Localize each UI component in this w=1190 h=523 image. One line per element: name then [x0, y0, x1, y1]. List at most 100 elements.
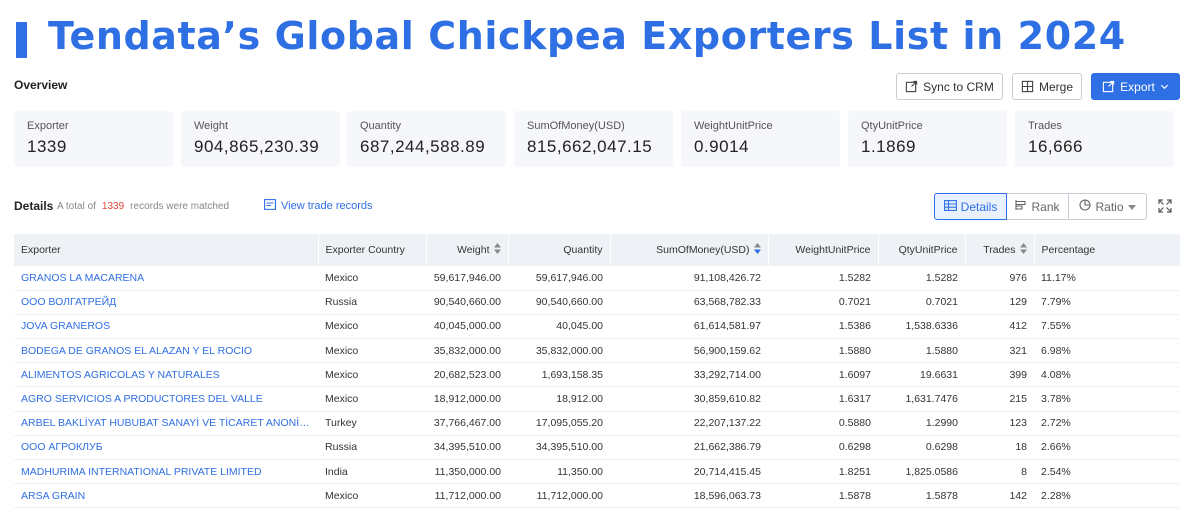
chevron-down-icon — [1160, 82, 1169, 91]
stat-value: 0.9014 — [694, 137, 749, 156]
stat-label: WeightUnitPrice — [694, 120, 773, 132]
exporter-name-link[interactable]: GRANOS LA MACARENA — [14, 266, 318, 291]
trades-cell: 142 — [965, 483, 1034, 509]
caret-down-icon — [1127, 200, 1136, 214]
weight-unit-price-cell: 1.6097 — [768, 362, 878, 388]
stat-label: QtyUnitPrice — [861, 120, 923, 132]
export-icon — [1102, 80, 1115, 93]
exporter-name-link[interactable]: MADHURIMA INTERNATIONAL PRIVATE LIMITED — [14, 459, 318, 485]
table-row: GRANOS LA MACARENA Mexico 59,617,946.00 … — [14, 266, 1180, 291]
quantity-cell: 17,095,055.20 — [508, 411, 610, 436]
sum-of-money-cell: 30,859,610.82 — [610, 386, 768, 412]
exporter-country-cell: Mexico — [318, 362, 426, 388]
sort-icon[interactable] — [493, 243, 501, 257]
column-header-qty-unit-price[interactable]: QtyUnitPrice — [878, 234, 966, 266]
table-row: MADHURIMA INTERNATIONAL PRIVATE LIMITED … — [14, 459, 1180, 485]
stat-value: 815,662,047.15 — [527, 137, 653, 156]
trades-cell: 976 — [965, 266, 1034, 291]
overview-stats: Exporter 1339 Weight 904,865,230.39 Quan… — [14, 111, 1174, 167]
percentage-cell: 2.72% — [1034, 411, 1180, 436]
table-row: ООО ВОЛГАТРЕЙД Russia 90,540,660.00 90,5… — [14, 290, 1180, 315]
records-count: 1339 — [101, 201, 125, 212]
sum-of-money-cell: 22,207,137.22 — [610, 411, 768, 436]
sort-icon[interactable] — [1019, 243, 1027, 257]
column-header-sum-of-money[interactable]: SumOfMoney(USD) — [610, 234, 769, 266]
percentage-cell: 2.54% — [1034, 459, 1180, 485]
column-header-weight-unit-price[interactable]: WeightUnitPrice — [768, 234, 879, 266]
quantity-cell: 11,350.00 — [508, 459, 610, 485]
expand-icon[interactable] — [1158, 199, 1172, 216]
quantity-cell: 90,540,660.00 — [508, 290, 610, 315]
hero-title: Tendata’s Global Chickpea Exporters List… — [48, 14, 1126, 58]
merge-button[interactable]: Merge — [1012, 73, 1082, 100]
percentage-cell: 4.08% — [1034, 362, 1180, 388]
weight-unit-price-cell: 1.5878 — [768, 483, 878, 509]
weight-cell: 18,912,000.00 — [426, 386, 508, 412]
table-row: ARBEL BAKLİYAT HUBUBAT SANAYİ VE TİCARET… — [14, 411, 1180, 436]
trades-cell: 8 — [965, 459, 1034, 485]
column-header-trades[interactable]: Trades — [965, 234, 1035, 266]
weight-unit-price-cell: 0.5880 — [768, 411, 878, 436]
ratio-icon — [1079, 199, 1092, 214]
exporter-name-link[interactable]: JOVA GRANEROS — [14, 314, 318, 340]
exporter-name-link[interactable]: AGRO SERVICIOS A PRODUCTORES DEL VALLE — [14, 386, 318, 412]
exporter-name-link[interactable]: ООО ВОЛГАТРЕЙД — [14, 290, 318, 315]
exporter-country-cell: Mexico — [318, 386, 426, 412]
tab-details[interactable]: Details — [934, 193, 1007, 220]
weight-cell: 37,766,467.00 — [426, 411, 508, 436]
exporter-name-link[interactable]: ARSA GRAIN — [14, 483, 318, 509]
tab-rank-label: Rank — [1031, 199, 1060, 214]
stat-card-qty-unit-price: QtyUnitPrice 1.1869 — [848, 111, 1007, 167]
exporter-country-cell: Mexico — [318, 266, 426, 291]
stat-card-weight-unit-price: WeightUnitPrice 0.9014 — [681, 111, 840, 167]
qty-unit-price-cell: 1.5880 — [878, 338, 965, 364]
stat-card-quantity: Quantity 687,244,588.89 — [347, 111, 506, 167]
percentage-cell: 6.98% — [1034, 338, 1180, 364]
qty-unit-price-cell: 19.6631 — [878, 362, 965, 388]
weight-unit-price-cell: 1.8251 — [768, 459, 878, 485]
records-matched-summary: A total of 1339 records were matched — [57, 201, 229, 212]
trades-cell: 18 — [965, 435, 1034, 461]
table-icon — [943, 199, 957, 214]
percentage-cell: 2.66% — [1034, 435, 1180, 461]
records-prefix: A total of — [57, 201, 96, 212]
percentage-cell: 7.79% — [1034, 290, 1180, 315]
column-header-exporter[interactable]: Exporter — [14, 234, 319, 266]
exporter-name-link[interactable]: ALIMENTOS AGRICOLAS Y NATURALES — [14, 362, 318, 388]
sum-of-money-cell: 91,108,426.72 — [610, 266, 768, 291]
tab-ratio-label: Ratio — [1095, 199, 1124, 214]
column-header-quantity[interactable]: Quantity — [508, 234, 611, 266]
qty-unit-price-cell: 0.7021 — [878, 290, 965, 315]
sort-desc-icon[interactable] — [753, 243, 761, 257]
weight-cell: 59,617,946.00 — [426, 266, 508, 291]
tab-rank[interactable]: Rank — [1007, 193, 1069, 220]
weight-unit-price-cell: 1.6317 — [768, 386, 878, 412]
exporter-name-link[interactable]: BODEGA DE GRANOS EL ALAZAN Y EL ROCIO — [14, 338, 318, 364]
column-header-percentage[interactable]: Percentage — [1034, 234, 1181, 266]
sum-of-money-cell: 56,900,159.62 — [610, 338, 768, 364]
column-header-exporter-country[interactable]: Exporter Country — [318, 234, 427, 266]
stat-label: SumOfMoney(USD) — [527, 120, 625, 132]
column-header-weight-label: Weight — [457, 243, 490, 256]
exporter-name-link[interactable]: ARBEL BAKLİYAT HUBUBAT SANAYİ VE TİCARET… — [14, 411, 318, 436]
sync-to-crm-button[interactable]: Sync to CRM — [896, 73, 1003, 100]
exporter-country-cell: India — [318, 459, 426, 485]
column-header-weight[interactable]: Weight — [426, 234, 509, 266]
exporter-country-cell: Turkey — [318, 411, 426, 436]
stat-value: 16,666 — [1028, 137, 1083, 156]
weight-unit-price-cell: 1.5880 — [768, 338, 878, 364]
stat-value: 1339 — [27, 137, 67, 156]
view-trade-records-label: View trade records — [281, 200, 373, 212]
external-link-icon — [905, 80, 918, 93]
column-header-trades-label: Trades — [983, 243, 1016, 256]
quantity-cell: 11,712,000.00 — [508, 483, 610, 509]
percentage-cell: 7.55% — [1034, 314, 1180, 340]
weight-cell: 11,712,000.00 — [426, 483, 508, 509]
view-trade-records-link[interactable]: View trade records — [264, 199, 373, 213]
exporter-name-link[interactable]: ООО АГРОКЛУБ — [14, 435, 318, 461]
export-button[interactable]: Export — [1091, 73, 1180, 100]
weight-unit-price-cell: 0.7021 — [768, 290, 878, 315]
tab-ratio[interactable]: Ratio — [1069, 193, 1147, 220]
stat-value: 687,244,588.89 — [360, 137, 486, 156]
sum-of-money-cell: 33,292,714.00 — [610, 362, 768, 388]
